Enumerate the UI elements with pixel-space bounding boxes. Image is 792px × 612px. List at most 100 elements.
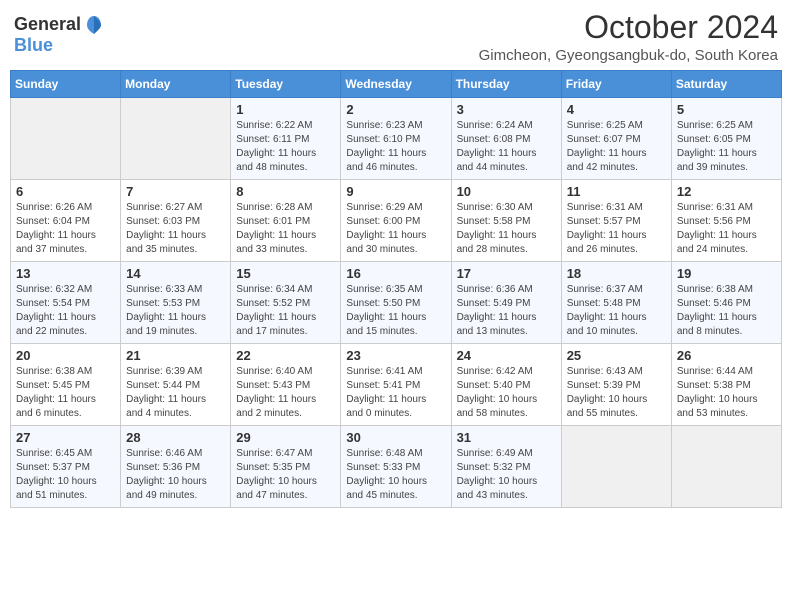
day-number: 21 — [126, 348, 226, 363]
day-info: Sunrise: 6:31 AM Sunset: 5:56 PM Dayligh… — [677, 202, 757, 255]
day-info: Sunrise: 6:28 AM Sunset: 6:01 PM Dayligh… — [236, 202, 316, 255]
day-info: Sunrise: 6:22 AM Sunset: 6:11 PM Dayligh… — [236, 120, 316, 173]
calendar-week-1: 1 Sunrise: 6:22 AM Sunset: 6:11 PM Daylig… — [11, 98, 782, 180]
day-info: Sunrise: 6:39 AM Sunset: 5:44 PM Dayligh… — [126, 366, 206, 419]
calendar-cell: 22Sunrise: 6:40 AM Sunset: 5:43 PM Dayli… — [231, 344, 341, 426]
day-info: Sunrise: 6:41 AM Sunset: 5:41 PM Dayligh… — [346, 366, 426, 419]
logo-icon — [83, 14, 105, 36]
day-number: 19 — [677, 266, 777, 281]
day-info: Sunrise: 6:30 AM Sunset: 5:58 PM Dayligh… — [457, 202, 537, 255]
day-number: 18 — [567, 266, 667, 281]
day-number: 4 — [567, 102, 667, 117]
calendar-cell: 21 Sunrise: 6:39 AM Sunset: 5:44 PM Dayli… — [121, 344, 231, 426]
calendar-cell: 23 Sunrise: 6:41 AM Sunset: 5:41 PM Dayli… — [341, 344, 451, 426]
day-info: Sunrise: 6:26 AM Sunset: 6:04 PM Dayligh… — [16, 202, 96, 255]
day-info: Sunrise: 6:24 AM Sunset: 6:08 PM Dayligh… — [457, 120, 537, 173]
day-info: Sunrise: 6:25 AM Sunset: 6:07 PM Dayligh… — [567, 120, 647, 173]
day-info: Sunrise: 6:35 AM Sunset: 5:50 PM Dayligh… — [346, 284, 426, 337]
calendar-cell: 5Sunrise: 6:25 AM Sunset: 6:05 PM Daylig… — [671, 98, 781, 180]
header-saturday: Saturday — [671, 71, 781, 98]
calendar-cell — [11, 98, 121, 180]
calendar-cell: 27 Sunrise: 6:45 AM Sunset: 5:37 PM Dayli… — [11, 426, 121, 508]
day-info: Sunrise: 6:46 AM Sunset: 5:36 PM Dayligh… — [126, 448, 207, 501]
header-monday: Monday — [121, 71, 231, 98]
calendar-cell: 7 Sunrise: 6:27 AM Sunset: 6:03 PM Daylig… — [121, 180, 231, 262]
calendar-cell: 20 Sunrise: 6:38 AM Sunset: 5:45 PM Dayli… — [11, 344, 121, 426]
calendar-cell: 16Sunrise: 6:35 AM Sunset: 5:50 PM Dayli… — [341, 262, 451, 344]
calendar-cell: 4 Sunrise: 6:25 AM Sunset: 6:07 PM Daylig… — [561, 98, 671, 180]
calendar-cell: 25 Sunrise: 6:43 AM Sunset: 5:39 PM Dayli… — [561, 344, 671, 426]
day-number: 31 — [457, 430, 557, 445]
calendar-header-row: SundayMondayTuesdayWednesdayThursdayFrid… — [11, 71, 782, 98]
day-number: 10 — [457, 184, 557, 199]
day-number: 28 — [126, 430, 226, 445]
day-info: Sunrise: 6:42 AM Sunset: 5:40 PM Dayligh… — [457, 366, 538, 419]
calendar-cell: 19 Sunrise: 6:38 AM Sunset: 5:46 PM Dayli… — [671, 262, 781, 344]
day-info: Sunrise: 6:48 AM Sunset: 5:33 PM Dayligh… — [346, 448, 427, 501]
day-info: Sunrise: 6:44 AM Sunset: 5:38 PM Dayligh… — [677, 366, 758, 419]
calendar-cell: 6 Sunrise: 6:26 AM Sunset: 6:04 PM Daylig… — [11, 180, 121, 262]
day-number: 20 — [16, 348, 116, 363]
logo-general: General — [14, 15, 81, 35]
calendar-week-5: 27 Sunrise: 6:45 AM Sunset: 5:37 PM Dayli… — [11, 426, 782, 508]
day-info: Sunrise: 6:47 AM Sunset: 5:35 PM Dayligh… — [236, 448, 317, 501]
calendar-cell: 1 Sunrise: 6:22 AM Sunset: 6:11 PM Daylig… — [231, 98, 341, 180]
day-number: 1 — [236, 102, 336, 117]
header-friday: Friday — [561, 71, 671, 98]
day-number: 22 — [236, 348, 336, 363]
day-number: 8 — [236, 184, 336, 199]
logo-blue: Blue — [14, 35, 53, 55]
day-info: Sunrise: 6:29 AM Sunset: 6:00 PM Dayligh… — [346, 202, 426, 255]
calendar-cell — [561, 426, 671, 508]
day-info: Sunrise: 6:25 AM Sunset: 6:05 PM Dayligh… — [677, 120, 757, 173]
calendar-cell: 28 Sunrise: 6:46 AM Sunset: 5:36 PM Dayli… — [121, 426, 231, 508]
day-number: 9 — [346, 184, 446, 199]
calendar-cell: 3 Sunrise: 6:24 AM Sunset: 6:08 PM Daylig… — [451, 98, 561, 180]
day-number: 7 — [126, 184, 226, 199]
day-info: Sunrise: 6:43 AM Sunset: 5:39 PM Dayligh… — [567, 366, 648, 419]
day-number: 24 — [457, 348, 557, 363]
calendar-week-2: 6 Sunrise: 6:26 AM Sunset: 6:04 PM Daylig… — [11, 180, 782, 262]
calendar-cell: 8 Sunrise: 6:28 AM Sunset: 6:01 PM Daylig… — [231, 180, 341, 262]
day-number: 12 — [677, 184, 777, 199]
day-number: 3 — [457, 102, 557, 117]
day-info: Sunrise: 6:36 AM Sunset: 5:49 PM Dayligh… — [457, 284, 537, 337]
day-number: 6 — [16, 184, 116, 199]
main-title: October 2024 — [479, 10, 778, 45]
day-info: Sunrise: 6:34 AM Sunset: 5:52 PM Dayligh… — [236, 284, 316, 337]
calendar-cell: 24 Sunrise: 6:42 AM Sunset: 5:40 PM Dayli… — [451, 344, 561, 426]
header-wednesday: Wednesday — [341, 71, 451, 98]
day-info: Sunrise: 6:38 AM Sunset: 5:45 PM Dayligh… — [16, 366, 96, 419]
calendar-table: SundayMondayTuesdayWednesdayThursdayFrid… — [10, 70, 782, 508]
day-info: Sunrise: 6:31 AM Sunset: 5:57 PM Dayligh… — [567, 202, 647, 255]
calendar-cell: 17Sunrise: 6:36 AM Sunset: 5:49 PM Dayli… — [451, 262, 561, 344]
day-number: 13 — [16, 266, 116, 281]
day-number: 27 — [16, 430, 116, 445]
day-info: Sunrise: 6:32 AM Sunset: 5:54 PM Dayligh… — [16, 284, 96, 337]
calendar-cell — [121, 98, 231, 180]
calendar-cell: 9 Sunrise: 6:29 AM Sunset: 6:00 PM Daylig… — [341, 180, 451, 262]
calendar-week-4: 20 Sunrise: 6:38 AM Sunset: 5:45 PM Dayli… — [11, 344, 782, 426]
day-number: 23 — [346, 348, 446, 363]
header-thursday: Thursday — [451, 71, 561, 98]
calendar-cell: 15Sunrise: 6:34 AM Sunset: 5:52 PM Dayli… — [231, 262, 341, 344]
calendar-week-3: 13 Sunrise: 6:32 AM Sunset: 5:54 PM Dayli… — [11, 262, 782, 344]
day-info: Sunrise: 6:49 AM Sunset: 5:32 PM Dayligh… — [457, 448, 538, 501]
title-area: October 2024 Gimcheon, Gyeongsangbuk-do,… — [479, 10, 778, 64]
day-number: 14 — [126, 266, 226, 281]
calendar-cell: 18 Sunrise: 6:37 AM Sunset: 5:48 PM Dayli… — [561, 262, 671, 344]
day-info: Sunrise: 6:38 AM Sunset: 5:46 PM Dayligh… — [677, 284, 757, 337]
logo: General Blue — [14, 14, 105, 56]
calendar-cell: 10 Sunrise: 6:30 AM Sunset: 5:58 PM Dayli… — [451, 180, 561, 262]
calendar-cell: 2Sunrise: 6:23 AM Sunset: 6:10 PM Daylig… — [341, 98, 451, 180]
calendar-cell: 29Sunrise: 6:47 AM Sunset: 5:35 PM Dayli… — [231, 426, 341, 508]
calendar-cell: 11Sunrise: 6:31 AM Sunset: 5:57 PM Dayli… — [561, 180, 671, 262]
day-info: Sunrise: 6:27 AM Sunset: 6:03 PM Dayligh… — [126, 202, 206, 255]
day-info: Sunrise: 6:33 AM Sunset: 5:53 PM Dayligh… — [126, 284, 206, 337]
day-number: 25 — [567, 348, 667, 363]
header-tuesday: Tuesday — [231, 71, 341, 98]
subtitle: Gimcheon, Gyeongsangbuk-do, South Korea — [479, 47, 778, 64]
day-info: Sunrise: 6:45 AM Sunset: 5:37 PM Dayligh… — [16, 448, 97, 501]
calendar-cell: 12 Sunrise: 6:31 AM Sunset: 5:56 PM Dayli… — [671, 180, 781, 262]
day-info: Sunrise: 6:37 AM Sunset: 5:48 PM Dayligh… — [567, 284, 647, 337]
